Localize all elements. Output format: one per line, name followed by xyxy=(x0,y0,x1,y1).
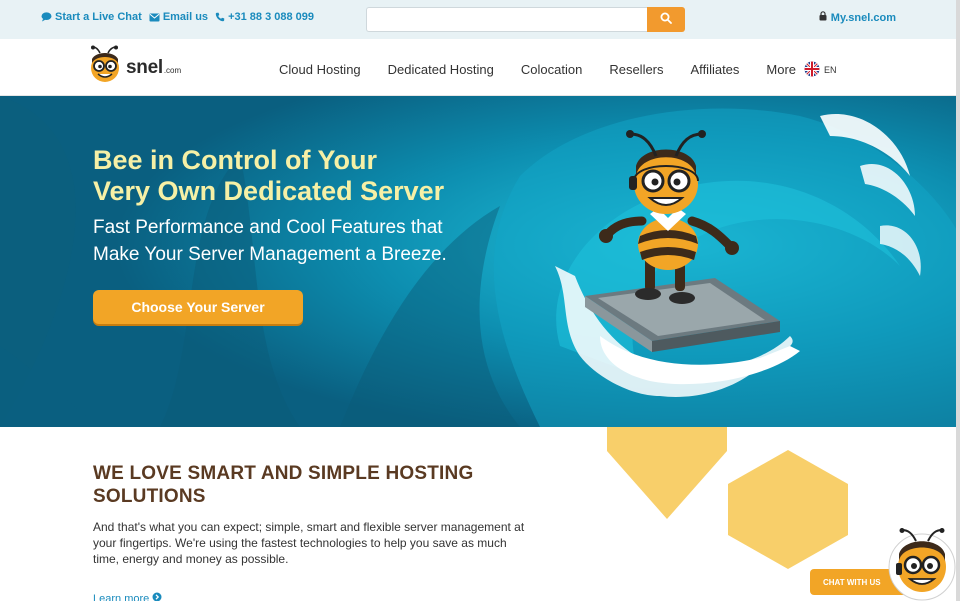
email-link[interactable]: Email us xyxy=(149,11,208,23)
section-body-line: time, energy and money as possible. xyxy=(93,552,289,566)
email-label: Email us xyxy=(162,11,209,23)
live-chat-label: Start a Live Chat xyxy=(55,11,142,23)
search-button[interactable] xyxy=(647,7,685,32)
bee-chat-avatar-icon xyxy=(888,528,956,601)
uk-flag-icon xyxy=(804,61,820,79)
language-selector[interactable]: EN xyxy=(804,61,837,79)
hero-title-line: Very Own Dedicated Server xyxy=(93,176,445,206)
section-body-line: And that's what you can expect; simple, … xyxy=(93,520,525,534)
phone-label: +31 88 3 088 099 xyxy=(228,11,315,23)
page-scrollbar[interactable] xyxy=(956,0,960,601)
search-bar xyxy=(366,7,685,32)
arrow-circle-icon xyxy=(152,592,162,601)
hero-banner: Bee in Control of Your Very Own Dedicate… xyxy=(0,96,960,427)
nav-colocation[interactable]: Colocation xyxy=(521,62,582,77)
phone-icon xyxy=(215,12,225,22)
learn-more-label: Learn more xyxy=(93,592,150,601)
nav-resellers[interactable]: Resellers xyxy=(609,62,663,77)
live-chat-link[interactable]: Start a Live Chat xyxy=(41,11,142,23)
hero-subtitle-line: Fast Performance and Cool Features that xyxy=(93,217,443,238)
section-body-line: your fingertips. We're using the fastest… xyxy=(93,536,507,550)
hero-mascot-illustration xyxy=(580,126,800,361)
main-nav: Cloud Hosting Dedicated Hosting Colocati… xyxy=(279,62,823,77)
hero-subtitle-line: Make Your Server Management a Breeze. xyxy=(93,244,447,265)
search-input[interactable] xyxy=(366,7,647,32)
learn-more-link[interactable]: Learn more xyxy=(93,592,162,601)
account-link[interactable]: My.snel.com xyxy=(819,11,896,24)
account-label: My.snel.com xyxy=(830,11,896,24)
hero-subtitle: Fast Performance and Cool Features that … xyxy=(93,214,513,268)
section-title: WE LOVE SMART AND SIMPLE HOSTING SOLUTIO… xyxy=(93,462,553,508)
section-title-line: SOLUTIONS xyxy=(93,486,206,507)
lock-icon xyxy=(819,11,827,24)
section-body: And that's what you can expect; simple, … xyxy=(93,519,563,567)
hero-title: Bee in Control of Your Very Own Dedicate… xyxy=(93,145,513,207)
phone-link[interactable]: +31 88 3 088 099 xyxy=(215,11,314,23)
nav-more[interactable]: More xyxy=(766,62,796,77)
nav-affiliates[interactable]: Affiliates xyxy=(691,62,740,77)
main-header: snel .com Cloud Hosting Dedicated Hostin… xyxy=(0,39,960,96)
logo-suffix: .com xyxy=(163,66,182,75)
bee-mascot-logo-icon xyxy=(88,45,124,90)
chat-bubble-icon xyxy=(41,12,52,22)
site-logo[interactable]: snel .com xyxy=(88,45,181,90)
choose-server-button[interactable]: Choose Your Server xyxy=(93,290,303,324)
logo-text: snel xyxy=(126,56,163,78)
nav-cloud-hosting[interactable]: Cloud Hosting xyxy=(279,62,361,77)
chat-avatar[interactable] xyxy=(884,527,956,601)
top-utility-bar: Start a Live Chat Email us +31 88 3 088 … xyxy=(0,0,960,39)
search-icon xyxy=(660,11,672,29)
hero-title-line: Bee in Control of Your xyxy=(93,145,378,175)
section-title-line: WE LOVE SMART AND SIMPLE HOSTING xyxy=(93,463,474,484)
nav-dedicated-hosting[interactable]: Dedicated Hosting xyxy=(388,62,494,77)
contact-links: Start a Live Chat Email us +31 88 3 088 … xyxy=(41,11,314,23)
envelope-icon xyxy=(149,13,160,22)
language-label: EN xyxy=(824,65,837,75)
